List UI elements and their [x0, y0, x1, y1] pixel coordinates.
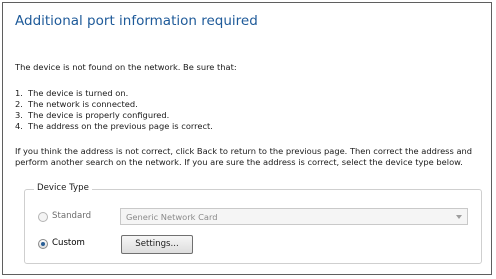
list-item-text: The device is properly configured.	[28, 110, 170, 120]
settings-button[interactable]: Settings...	[121, 235, 193, 254]
list-item: 4. The address on the previous page is co…	[15, 121, 213, 132]
instructions-text: If you think the address is not correct,…	[15, 146, 473, 167]
checklist: 1. The device is turned on. 2. The network…	[15, 88, 213, 132]
list-item: 2. The network is connected.	[15, 99, 213, 110]
device-type-group	[24, 189, 482, 264]
list-item-number: 4.	[15, 121, 23, 131]
custom-radio[interactable]	[38, 239, 48, 249]
list-item-text: The network is connected.	[28, 99, 138, 109]
list-item: 1. The device is turned on.	[15, 88, 213, 99]
standard-device-select[interactable]: Generic Network Card	[120, 208, 468, 225]
chevron-down-icon	[456, 215, 462, 219]
list-item-number: 1.	[15, 88, 23, 98]
list-item-number: 3.	[15, 110, 23, 120]
custom-radio-label: Custom	[52, 238, 85, 248]
page-title: Additional port information required	[15, 13, 258, 29]
device-type-group-label: Device Type	[34, 183, 92, 193]
list-item: 3. The device is properly configured.	[15, 110, 213, 121]
intro-text: The device is not found on the network. …	[15, 62, 237, 72]
standard-radio[interactable]	[38, 212, 48, 222]
standard-radio-label: Standard	[52, 211, 92, 221]
list-item-text: The device is turned on.	[28, 88, 129, 98]
standard-device-select-value: Generic Network Card	[126, 212, 218, 222]
list-item-text: The address on the previous page is corr…	[28, 121, 213, 131]
list-item-number: 2.	[15, 99, 23, 109]
